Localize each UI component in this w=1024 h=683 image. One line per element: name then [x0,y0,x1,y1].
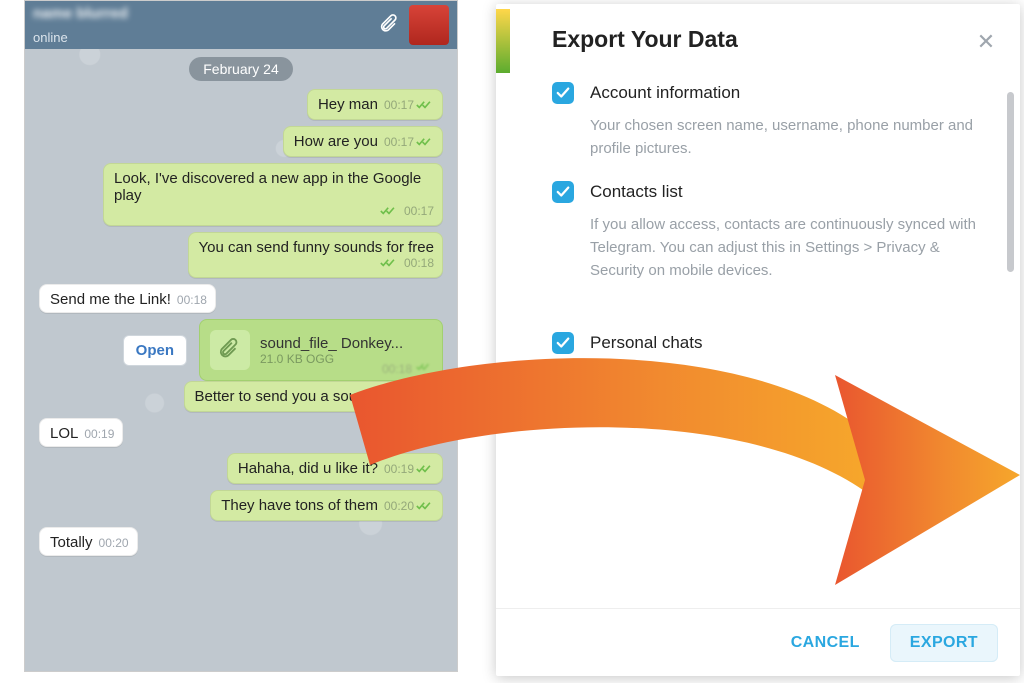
message-out[interactable]: Better to send you a sound! 00:19 [184,381,444,412]
file-name: sound_file_ Donkey... [260,335,403,352]
file-message-row: Open sound_file_ Donkey... 21.0 KB OGG 0… [123,319,443,381]
attach-icon[interactable] [379,11,401,39]
read-checks-icon [416,361,432,376]
message-out[interactable]: They have tons of them 00:20 [210,490,443,521]
message-text: They have tons of them [221,497,378,514]
export-option-bot-chats[interactable]: Bot chats [552,368,988,390]
message-text: Better to send you a sound! [195,388,378,405]
message-out[interactable]: Hahaha, did u like it? 00:19 [227,453,443,484]
read-checks-icon [416,499,434,516]
message-out[interactable]: How are you 00:17 [283,126,443,157]
message-in[interactable]: Totally 00:20 [39,527,138,556]
date-separator: February 24 [189,57,292,81]
read-checks-icon [416,98,434,115]
read-checks-icon [380,204,398,221]
message-text: Totally [50,534,93,551]
message-time: 00:20 [99,536,129,550]
message-out[interactable]: You can send funny sounds for free00:18 [188,232,443,278]
message-out[interactable]: Look, I've discovered a new app in the G… [103,163,443,226]
avatar[interactable] [409,5,449,45]
close-icon[interactable]: ✕ [972,28,1000,56]
message-out[interactable]: Hey man 00:17 [307,89,443,120]
export-option-contacts-list[interactable]: Contacts list If you allow access, conta… [552,181,988,283]
message-text: Hahaha, did u like it? [238,460,378,477]
message-text: Hey man [318,96,378,113]
message-time: 00:18 [404,256,434,270]
dialog-footer: CANCEL EXPORT [496,608,1020,676]
chat-messages: February 24 Hey man 00:17 How are you 00:1… [25,49,457,671]
open-file-button[interactable]: Open [123,335,187,366]
dialog-title: Export Your Data [496,4,1020,61]
export-option-private-groups[interactable]: Private groups [552,404,988,426]
message-in[interactable]: Send me the Link! 00:18 [39,284,216,313]
message-time: 00:19 [384,390,414,404]
message-text: Send me the Link! [50,291,171,308]
export-option-account-information[interactable]: Account information Your chosen screen n… [552,82,988,161]
export-button[interactable]: EXPORT [890,624,998,662]
option-label: Private groups [590,405,700,425]
message-time: 00:17 [404,204,434,218]
option-label: Personal chats [590,333,702,353]
checkbox-personal-chats[interactable] [552,332,574,354]
checkbox-private-groups[interactable] [552,404,574,426]
option-description: If you allow access, contacts are contin… [590,213,988,283]
message-in[interactable]: LOL 00:19 [39,418,123,447]
message-time: 00:19 [384,462,414,476]
chat-peer-status: online [33,31,128,44]
export-data-dialog: Export Your Data ✕ Account information Y… [496,4,1020,676]
checkbox-account-information[interactable] [552,82,574,104]
message-time: 00:17 [384,98,414,112]
message-text: You can send funny sounds for free [199,239,434,256]
option-label: Contacts list [590,182,683,202]
option-description: Your chosen screen name, username, phone… [590,114,988,161]
message-text: Look, I've discovered a new app in the G… [114,170,421,204]
file-bubble[interactable]: sound_file_ Donkey... 21.0 KB OGG 00:18 [199,319,443,381]
message-text: How are you [294,133,378,150]
export-option-personal-chats[interactable]: Personal chats [552,332,988,354]
option-label: Bot chats [590,369,661,389]
message-text: LOL [50,425,78,442]
scrollbar-thumb[interactable] [1007,92,1014,272]
message-time: 00:18 [177,293,207,307]
dialog-body: Account information Your chosen screen n… [524,82,1000,602]
read-checks-icon [380,256,398,273]
read-checks-icon [416,390,434,407]
read-checks-icon [416,135,434,152]
attachment-icon [210,330,250,370]
checkbox-bot-chats[interactable] [552,368,574,390]
message-time: 00:20 [384,499,414,513]
message-time: 00:19 [84,427,114,441]
chat-peer-name: ​name blurred [33,6,128,21]
option-label: Account information [590,83,740,103]
message-time: 00:18 [382,362,412,376]
message-time: 00:17 [384,135,414,149]
chat-header: ​name blurred online [25,1,457,49]
read-checks-icon [416,462,434,479]
chat-window: ​name blurred online February 24 Hey man… [24,0,458,672]
checkbox-contacts-list[interactable] [552,181,574,203]
cancel-button[interactable]: CANCEL [771,624,880,662]
